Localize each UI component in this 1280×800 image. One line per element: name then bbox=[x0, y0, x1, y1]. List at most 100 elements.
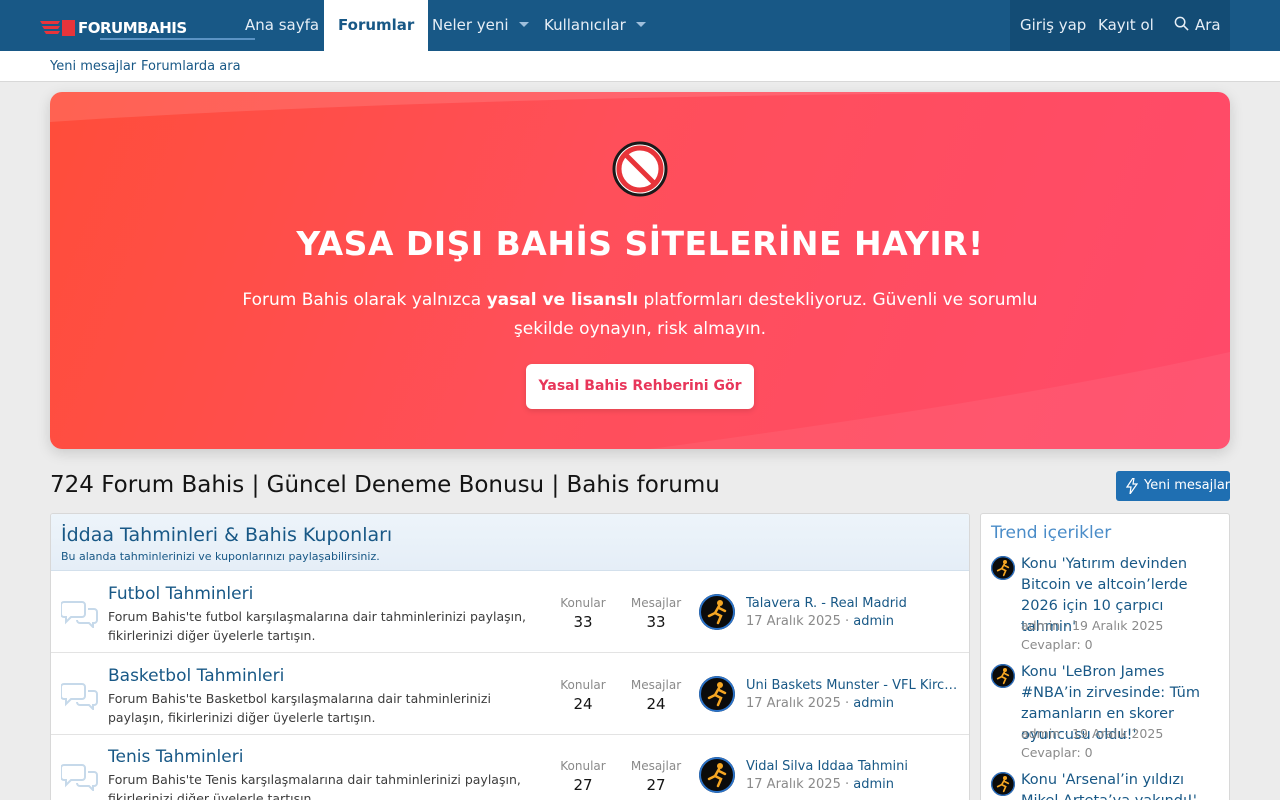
trend-replies: Cevaplar: 0 bbox=[1021, 745, 1093, 760]
messages-label: Mesajlar bbox=[630, 759, 682, 773]
forum-title[interactable]: Tenis Tahminleri bbox=[108, 747, 243, 767]
messages-stat: Mesajlar 24 bbox=[621, 678, 691, 713]
forum-title[interactable]: Basketbol Tahminleri bbox=[108, 666, 284, 686]
messages-count: 27 bbox=[646, 776, 666, 794]
threads-stat: Konular 33 bbox=[548, 596, 618, 631]
trend-meta: admin · 19 Aralık 2025 bbox=[1021, 618, 1164, 633]
trend-title[interactable]: Konu 'Arsenal’in yıldızı Mikel Arteta’ya… bbox=[1021, 770, 1221, 800]
category-title[interactable]: İddaa Tahminleri & Bahis Kuponları bbox=[61, 524, 392, 546]
runner-avatar-icon bbox=[699, 757, 735, 793]
nav-forums[interactable]: Forumlar bbox=[324, 0, 429, 51]
last-post-date: 17 Aralık 2025 bbox=[746, 696, 841, 711]
forum-category-block: İddaa Tahminleri & Bahis Kuponları Bu al… bbox=[50, 513, 970, 800]
chat-bubbles-icon bbox=[61, 683, 98, 710]
avatar[interactable] bbox=[699, 757, 735, 793]
new-posts-button[interactable]: Yeni mesajlar bbox=[1116, 471, 1230, 501]
threads-stat: Konular 24 bbox=[548, 678, 618, 713]
login-label: Giriş yap bbox=[1020, 16, 1087, 34]
last-post-meta: 17 Aralık 2025 · admin bbox=[746, 614, 894, 629]
search-icon bbox=[1174, 16, 1189, 31]
threads-count: 27 bbox=[573, 776, 593, 794]
runner-avatar-icon bbox=[699, 594, 735, 630]
messages-stat: Mesajlar 27 bbox=[621, 759, 691, 794]
runner-avatar-icon bbox=[699, 676, 735, 712]
trending-sidebar: Trend içerikler Konu 'Yatırım devinden B… bbox=[980, 513, 1230, 800]
sub-navbar: Yeni mesajlar Forumlarda ara bbox=[0, 51, 1280, 82]
messages-label: Mesajlar bbox=[630, 678, 682, 692]
threads-label: Konular bbox=[560, 759, 606, 773]
last-post-title[interactable]: Uni Baskets Munster - VFL Kirchheim Knig… bbox=[746, 678, 961, 693]
chevron-down-icon[interactable] bbox=[635, 22, 646, 27]
threads-label: Konular bbox=[560, 596, 606, 610]
page-title: 724 Forum Bahis | Güncel Deneme Bonusu |… bbox=[50, 472, 720, 498]
runner-avatar-icon bbox=[991, 664, 1015, 688]
legal-guide-button[interactable]: Yasal Bahis Rehberini Gör bbox=[526, 364, 754, 409]
runner-avatar-icon bbox=[991, 772, 1015, 796]
hero-description: Forum Bahis olarak yalnızca yasal ve lis… bbox=[240, 286, 1040, 344]
site-logo[interactable]: FORUMBAHIS bbox=[40, 16, 255, 40]
avatar[interactable] bbox=[991, 772, 1015, 796]
register-link[interactable]: Kayıt ol bbox=[1088, 0, 1164, 51]
nav-forums-label: Forumlar bbox=[338, 16, 415, 34]
messages-stat: Mesajlar 33 bbox=[621, 596, 691, 631]
forum-row: Basketbol Tahminleri Forum Bahis'te Bask… bbox=[51, 654, 969, 735]
messages-count: 24 bbox=[646, 695, 666, 713]
bolt-icon bbox=[1126, 478, 1138, 494]
logo-text: FORUMBAHIS bbox=[78, 19, 187, 37]
subnav-new-posts[interactable]: Yeni mesajlar bbox=[50, 51, 136, 82]
hero-desc-pre: Forum Bahis olarak yalnızca bbox=[242, 290, 487, 310]
nav-members-label: Kullanıcılar bbox=[544, 16, 626, 34]
wing-logo-icon bbox=[40, 20, 75, 36]
nav-home-label: Ana sayfa bbox=[245, 16, 320, 34]
hero-desc-bold: yasal ve lisanslı bbox=[486, 290, 639, 310]
last-post-user[interactable]: admin bbox=[853, 696, 894, 711]
threads-count: 24 bbox=[573, 695, 593, 713]
forum-row: Futbol Tahminleri Forum Bahis'te futbol … bbox=[51, 572, 969, 653]
sidebar-title[interactable]: Trend içerikler bbox=[991, 523, 1111, 543]
chevron-down-icon[interactable] bbox=[518, 22, 529, 27]
nav-home[interactable]: Ana sayfa bbox=[231, 0, 333, 51]
top-navbar: FORUMBAHIS Ana sayfa Forumlar Neler yeni… bbox=[0, 0, 1280, 51]
category-description: Bu alanda tahminlerinizi ve kuponlarınız… bbox=[61, 550, 380, 563]
avatar[interactable] bbox=[699, 676, 735, 712]
nav-whats-new-label: Neler yeni bbox=[432, 16, 509, 34]
threads-stat: Konular 27 bbox=[548, 759, 618, 794]
search-button[interactable]: Ara bbox=[1164, 0, 1230, 51]
chat-bubbles-icon bbox=[61, 601, 98, 628]
hero-banner: YASA DIŞI BAHİS SİTELERİNE HAYIR! Forum … bbox=[50, 92, 1230, 449]
subnav-search-forums[interactable]: Forumlarda ara bbox=[141, 51, 241, 82]
last-post-user[interactable]: admin bbox=[853, 614, 894, 629]
hero-title: YASA DIŞI BAHİS SİTELERİNE HAYIR! bbox=[296, 224, 984, 263]
last-post-date: 17 Aralık 2025 bbox=[746, 777, 841, 792]
messages-count: 33 bbox=[646, 613, 666, 631]
no-entry-icon bbox=[612, 141, 668, 197]
last-post-title[interactable]: Talavera R. - Real Madrid bbox=[746, 596, 961, 611]
last-post-date: 17 Aralık 2025 bbox=[746, 614, 841, 629]
runner-avatar-icon bbox=[991, 556, 1015, 580]
last-post-meta: 17 Aralık 2025 · admin bbox=[746, 777, 894, 792]
trend-meta: admin · 19 Aralık 2025 bbox=[1021, 726, 1164, 741]
last-post-user[interactable]: admin bbox=[853, 777, 894, 792]
login-link[interactable]: Giriş yap bbox=[1010, 0, 1097, 51]
trend-replies: Cevaplar: 0 bbox=[1021, 637, 1093, 652]
forum-description: Forum Bahis'te futbol karşılaşmalarına d… bbox=[108, 609, 527, 643]
threads-label: Konular bbox=[560, 678, 606, 692]
chat-bubbles-icon bbox=[61, 764, 98, 791]
messages-label: Mesajlar bbox=[630, 596, 682, 610]
last-post-title[interactable]: Vidal Silva İddaa Tahmini bbox=[746, 759, 961, 774]
forum-description: Forum Bahis'te Tenis karşılaşmalarına da… bbox=[108, 772, 521, 800]
avatar[interactable] bbox=[991, 556, 1015, 580]
last-post-meta: 17 Aralık 2025 · admin bbox=[746, 696, 894, 711]
search-label: Ara bbox=[1195, 16, 1221, 34]
nav-whats-new[interactable]: Neler yeni bbox=[418, 0, 543, 51]
avatar[interactable] bbox=[699, 594, 735, 630]
forum-description: Forum Bahis'te Basketbol karşılaşmaların… bbox=[108, 691, 491, 725]
nav-members[interactable]: Kullanıcılar bbox=[530, 0, 660, 51]
new-posts-label: Yeni mesajlar bbox=[1144, 478, 1231, 493]
forum-title[interactable]: Futbol Tahminleri bbox=[108, 584, 253, 604]
threads-count: 33 bbox=[573, 613, 593, 631]
avatar[interactable] bbox=[991, 664, 1015, 688]
register-label: Kayıt ol bbox=[1098, 16, 1154, 34]
forum-row: Tenis Tahminleri Forum Bahis'te Tenis ka… bbox=[51, 735, 969, 800]
category-header: İddaa Tahminleri & Bahis Kuponları Bu al… bbox=[51, 514, 969, 571]
